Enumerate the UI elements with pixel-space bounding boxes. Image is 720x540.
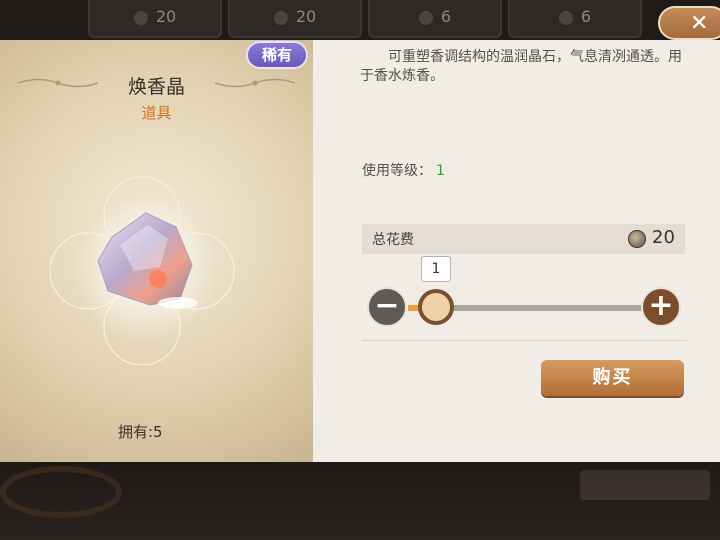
close-button[interactable]: ✕ xyxy=(658,6,720,40)
shop-card-price: 6 xyxy=(580,7,592,26)
close-icon: ✕ xyxy=(690,11,709,36)
shop-card: 6 xyxy=(368,0,502,38)
shop-card-price: 6 xyxy=(440,7,452,26)
gem-crystal-icon xyxy=(50,176,235,365)
coin-icon xyxy=(273,10,288,25)
quantity-slider-thumb[interactable] xyxy=(418,289,454,325)
coin-icon xyxy=(133,10,148,25)
quantity-stepper: − 1 + xyxy=(362,256,687,340)
shop-card-price: 20 xyxy=(155,7,177,26)
divider xyxy=(362,340,687,341)
rarity-badge: 稀有 xyxy=(248,43,306,67)
book-decoration xyxy=(580,470,710,500)
total-cost-row: 总花费 20 xyxy=(362,224,685,254)
item-name: 焕香晶 xyxy=(127,76,185,98)
plus-button[interactable]: + xyxy=(641,287,681,327)
total-cost-label: 总花费 xyxy=(372,232,414,248)
item-description: 可重塑香调结构的温润晶石，气息清冽通透。用于香水炼香。 xyxy=(360,49,682,84)
quantity-value-tooltip: 1 xyxy=(421,256,451,282)
shop-card: 20 xyxy=(88,0,222,38)
minus-icon: − xyxy=(374,288,400,323)
use-level: 使用等级： 1 xyxy=(362,160,445,180)
use-level-value: 1 xyxy=(436,163,445,179)
plus-icon: + xyxy=(648,288,674,323)
shop-card-price: 20 xyxy=(295,7,317,26)
item-type: 道具 xyxy=(141,104,172,122)
coin-icon xyxy=(558,10,573,25)
background-shop-strip: 20 20 6 6 xyxy=(0,0,720,40)
total-cost-value: 20 xyxy=(652,227,675,248)
coin-icon xyxy=(418,10,433,25)
coin-icon xyxy=(628,230,646,248)
owned-count: 拥有:5 xyxy=(118,423,163,441)
use-level-label: 使用等级： xyxy=(362,163,432,179)
item-preview-panel: 焕香晶 道具 拥有:5 稀有 xyxy=(0,40,313,462)
buy-button[interactable]: 购买 xyxy=(541,360,684,396)
shop-card: 6 xyxy=(508,0,642,38)
rope-decoration xyxy=(0,466,122,518)
shop-card: 20 xyxy=(228,0,362,38)
minus-button[interactable]: − xyxy=(367,287,407,327)
